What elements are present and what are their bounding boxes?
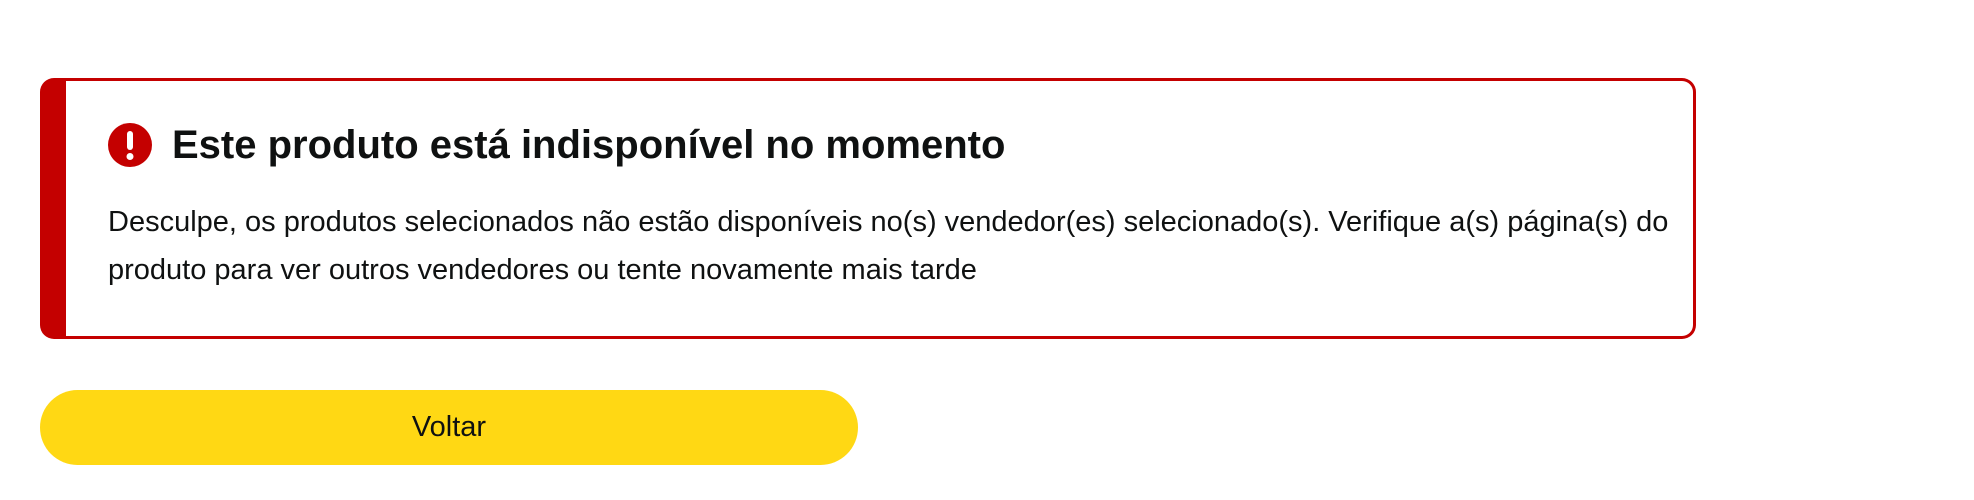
alert-message: Desculpe, os produtos selecionados não e… [108,206,1669,286]
exclamation-circle-icon [108,123,152,167]
back-button[interactable]: Voltar [40,390,858,465]
error-alert-box: Este produto está indisponível no moment… [40,78,1696,339]
alert-heading: Este produto está indisponível no moment… [108,121,1005,169]
alert-title: Este produto está indisponível no moment… [172,123,1006,167]
